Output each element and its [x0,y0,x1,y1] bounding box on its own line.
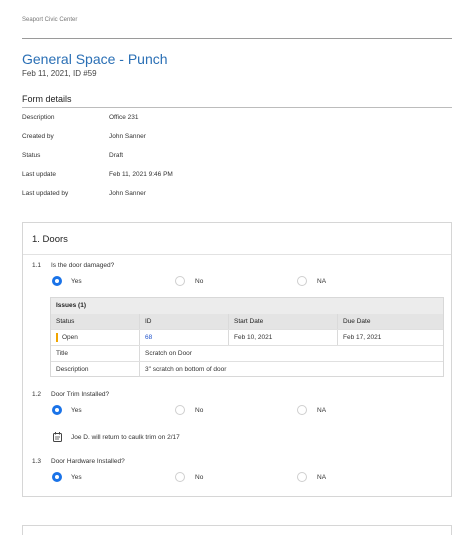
form-detail-value: Office 231 [109,114,139,121]
column-header-start-date: Start Date [234,318,264,325]
question-note: Joe D. will return to caulk trim on 2/17 [71,434,180,441]
form-detail-label: Status [22,152,41,159]
project-name: Seaport Civic Center [22,17,78,23]
option-label-no: No [195,474,204,481]
question-text: Is the door damaged? [51,262,115,269]
option-label-yes: Yes [71,474,82,481]
page-title: General Space - Punch [22,51,168,67]
issue-description-value: 3" scratch on bottom of door [145,366,227,373]
question-number: 1.2 [32,391,42,398]
issue-description-label: Description [56,366,89,373]
issue-start-date: Feb 10, 2021 [234,334,273,341]
form-detail-label: Last updated by [22,190,69,197]
question-text: Door Hardware Installed? [51,458,125,465]
form-details-divider [22,107,452,108]
form-detail-label: Description [22,114,55,121]
form-detail-value: John Sanner [109,133,146,140]
form-detail-value: Feb 11, 2021 9:46 PM [109,171,173,178]
option-label-no: No [195,407,204,414]
table-header: Status ID Start Date Due Date [51,314,443,329]
section-title: 1. Doors [32,234,68,245]
radio-no[interactable] [175,405,185,415]
radio-yes[interactable] [52,472,62,482]
issue-id-link[interactable]: 68 [145,334,152,341]
issue-title-label: Title [56,350,69,357]
radio-na[interactable] [297,276,307,286]
column-header-status: Status [56,318,75,325]
option-label-na: NA [317,278,327,285]
option-label-no: No [195,278,204,285]
option-label-na: NA [317,407,327,414]
calendar-note-icon [53,432,62,442]
section-divider [23,254,451,255]
issue-due-date: Feb 17, 2021 [343,334,382,341]
question-text: Door Trim Installed? [51,391,110,398]
issue-status: Open [62,334,78,341]
option-label-na: NA [317,474,327,481]
form-detail-label: Last update [22,171,56,178]
issue-description-row: Description 3" scratch on bottom of door [51,361,443,377]
header-divider [22,38,452,39]
radio-yes[interactable] [52,276,62,286]
status-indicator [56,333,58,342]
form-details-heading: Form details [22,94,72,104]
column-header-due-date: Due Date [343,318,371,325]
question-number: 1.1 [32,262,42,269]
page-subtitle: Feb 11, 2021, ID #59 [22,69,97,78]
question-number: 1.3 [32,458,42,465]
form-detail-label: Created by [22,133,54,140]
radio-na[interactable] [297,405,307,415]
section-card-doors: 1. Doors 1.1 Is the door damaged? Yes No… [22,222,452,497]
form-detail-value: Draft [109,152,124,159]
issues-heading: Issues (1) [51,298,443,314]
option-label-yes: Yes [71,278,82,285]
column-header-id: ID [145,318,152,325]
option-label-yes: Yes [71,407,82,414]
radio-na[interactable] [297,472,307,482]
issue-title-row: Title Scratch on Door [51,345,443,361]
radio-yes[interactable] [52,405,62,415]
issue-title-value: Scratch on Door [145,350,192,357]
table-row[interactable]: Open 68 Feb 10, 2021 Feb 17, 2021 [51,329,443,345]
next-section-card [22,525,452,535]
form-detail-value: John Sanner [109,190,146,197]
radio-no[interactable] [175,276,185,286]
issues-table: Issues (1) Status ID Start Date Due Date… [50,297,444,377]
radio-no[interactable] [175,472,185,482]
